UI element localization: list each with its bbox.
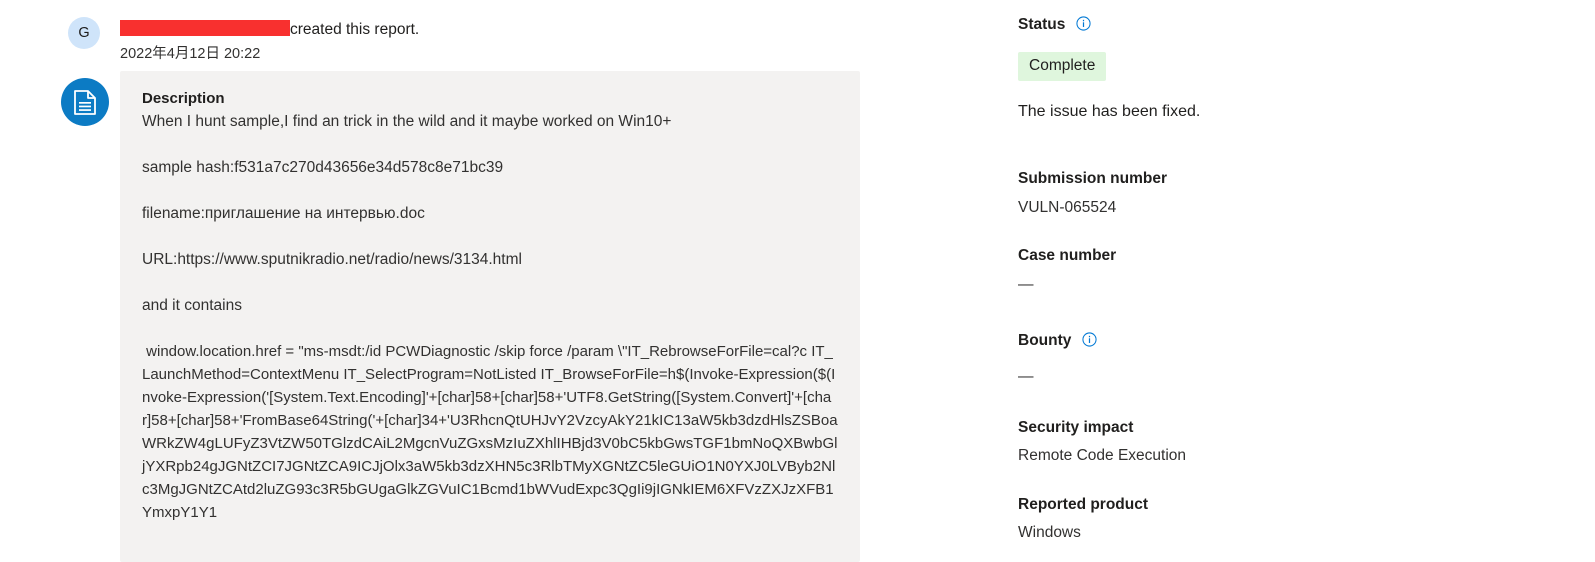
description-heading: Description <box>142 90 225 107</box>
description-card: Description When I hunt sample,I find an… <box>120 71 860 562</box>
submission-number-label: Submission number <box>1018 170 1167 187</box>
security-impact-label: Security impact <box>1018 419 1134 436</box>
description-code-block: window.location.href = "ms-msdt:/id PCWD… <box>142 343 838 521</box>
submission-number-value: VULN-065524 <box>1018 199 1117 216</box>
avatar: G <box>68 17 100 49</box>
document-icon <box>61 78 109 126</box>
description-url: URL:https://www.sputnikradio.net/radio/n… <box>142 251 522 268</box>
activity-author-line: created this report. <box>120 20 419 39</box>
bounty-label: Bounty <box>1018 332 1072 349</box>
security-impact-value: Remote Code Execution <box>1018 447 1187 464</box>
status-field: Status <box>1018 14 1091 36</box>
description-contains-note: and it contains <box>142 297 242 314</box>
case-number-label: Case number <box>1018 247 1117 264</box>
reported-product-value: Windows <box>1018 524 1081 541</box>
report-detail-page: G created this report. 2022年4月12日 20:22 … <box>0 0 1595 562</box>
bounty-field: Bounty <box>1018 330 1097 352</box>
redacted-author-name <box>120 20 290 36</box>
description-paragraph: When I hunt sample,I find an trick in th… <box>142 113 672 130</box>
reported-product-label: Reported product <box>1018 496 1149 513</box>
report-details-sidebar: Status Complete The issue has been fixed… <box>1018 0 1488 562</box>
activity-action-text: created this report. <box>290 21 420 38</box>
status-badge: Complete <box>1018 52 1107 81</box>
description-filename: filename:приглашение на интервью.doc <box>142 205 425 222</box>
bounty-value: — <box>1018 368 1034 385</box>
description-sample-hash: sample hash:f531a7c270d43656e34d578c8e71… <box>142 159 504 176</box>
info-icon[interactable] <box>1082 332 1097 352</box>
activity-timestamp: 2022年4月12日 20:22 <box>120 46 261 62</box>
status-label: Status <box>1018 16 1066 33</box>
status-badge-wrap: Complete <box>1018 52 1107 81</box>
status-note: The issue has been fixed. <box>1018 103 1201 120</box>
report-main-column: G created this report. 2022年4月12日 20:22 … <box>0 0 1000 562</box>
info-icon[interactable] <box>1076 16 1091 36</box>
activity-header: G created this report. 2022年4月12日 20:22 <box>0 7 900 62</box>
case-number-value: — <box>1018 276 1034 293</box>
